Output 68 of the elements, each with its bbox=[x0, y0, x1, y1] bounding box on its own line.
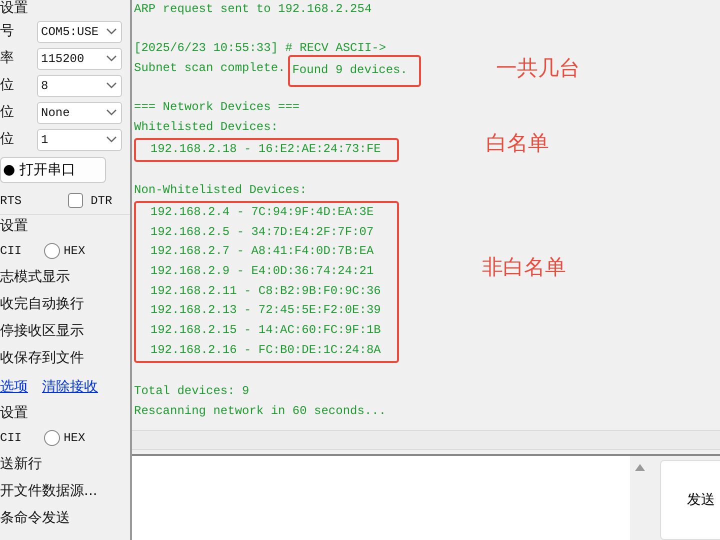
dropdown-field[interactable]: COM5:USE bbox=[37, 20, 122, 42]
annotation-label: 一共几台 bbox=[496, 59, 580, 79]
field-label: 号 bbox=[0, 22, 14, 41]
dropdown-field[interactable]: 1 bbox=[37, 128, 122, 150]
option-label: 志模式显示 bbox=[0, 268, 70, 287]
option-label: 送新行 bbox=[0, 455, 42, 474]
dropdown-field[interactable]: 8 bbox=[37, 74, 122, 96]
dropdown-caret-icon bbox=[106, 136, 117, 143]
option-label: 停接收区显示 bbox=[0, 322, 84, 341]
dtr-label: DTR bbox=[90, 192, 112, 210]
hex-radio[interactable] bbox=[44, 242, 60, 258]
log-line: 192.168.2.16 - FC:B0:DE:1C:24:8A bbox=[149, 342, 381, 359]
rts-label: RTS bbox=[0, 192, 22, 210]
log-line: 192.168.2.5 - 34:7D:E4:2F:7F:07 bbox=[149, 224, 374, 241]
log-line: === Network Devices === bbox=[134, 99, 300, 116]
log-line: 192.168.2.4 - 7C:94:9F:4D:EA:3E bbox=[149, 204, 374, 221]
link[interactable]: 选项 bbox=[0, 376, 28, 398]
field-label: 位 bbox=[0, 103, 14, 122]
dropdown-value: 1 bbox=[41, 132, 48, 148]
scroll-up-icon[interactable] bbox=[635, 464, 645, 471]
group-title: 设置 bbox=[0, 0, 29, 18]
annotation-label: 白名单 bbox=[486, 134, 549, 154]
option-label: 收保存到文件 bbox=[0, 349, 84, 368]
log-line: Rescanning network in 60 seconds... bbox=[134, 402, 386, 420]
log-line: ARP request sent to 192.168.2.254 bbox=[134, 1, 372, 18]
dropdown-value: 8 bbox=[41, 78, 48, 94]
dropdown-caret-icon bbox=[106, 28, 117, 35]
field-label: 位 bbox=[0, 76, 14, 95]
annotation-label: 非白名单 bbox=[482, 258, 566, 278]
open-port-button[interactable]: ● 打开串口 bbox=[0, 157, 106, 183]
option-label: 开文件数据源... bbox=[0, 482, 98, 501]
send-input-field[interactable] bbox=[132, 456, 650, 540]
group-title: 设置 bbox=[0, 216, 28, 236]
log-line: Whitelisted Devices: bbox=[134, 119, 278, 136]
dtr-checkbox[interactable] bbox=[68, 193, 83, 208]
send-button[interactable]: 发送 bbox=[660, 460, 720, 540]
option-label: 收完自动换行 bbox=[0, 295, 84, 314]
log-line: 192.168.2.7 - A8:41:F4:0D:7B:EA bbox=[149, 243, 374, 260]
dropdown-value: None bbox=[41, 104, 70, 122]
ascii-label: CII bbox=[0, 430, 22, 446]
log-line: [2025/6/23 10:55:33] # RECV ASCII-> bbox=[134, 40, 386, 58]
hex-label: HEX bbox=[64, 430, 86, 446]
dropdown-caret-icon bbox=[106, 82, 117, 89]
field-label: 位 bbox=[0, 130, 14, 149]
log-line: Subnet scan complete. bbox=[134, 60, 286, 78]
hex-radio[interactable] bbox=[44, 430, 60, 446]
dropdown-caret-icon bbox=[106, 55, 117, 62]
log-line: 192.168.2.18 - 16:E2:AE:24:73:FE bbox=[149, 140, 381, 158]
log-line: 192.168.2.9 - E4:0D:36:74:24:21 bbox=[149, 263, 374, 280]
vertical-scrollbar[interactable] bbox=[630, 456, 650, 540]
highlight-box: Found 9 devices. bbox=[288, 55, 422, 87]
field-label: 率 bbox=[0, 49, 14, 68]
dropdown-value: 115200 bbox=[41, 50, 84, 68]
ascii-label: CII bbox=[0, 242, 22, 260]
link[interactable]: 清除接收 bbox=[42, 376, 98, 398]
hex-label: HEX bbox=[64, 242, 86, 260]
group-title: 设置 bbox=[0, 404, 28, 422]
dropdown-value: COM5:USE bbox=[41, 24, 99, 40]
log-line: 192.168.2.13 - 72:45:5E:F2:0E:39 bbox=[149, 302, 381, 320]
dropdown-caret-icon bbox=[106, 109, 117, 116]
dropdown-field[interactable]: 115200 bbox=[37, 48, 122, 70]
log-line: Total devices: 9 bbox=[134, 383, 250, 400]
log-line: 192.168.2.11 - C8:B2:9B:F0:9C:36 bbox=[149, 282, 381, 300]
horizontal-scrollbar[interactable] bbox=[132, 430, 720, 450]
option-label: 条命令发送 bbox=[0, 509, 70, 528]
dropdown-field[interactable]: None bbox=[37, 102, 122, 124]
log-line: 192.168.2.15 - 14:AC:60:FC:9F:1B bbox=[149, 322, 381, 340]
log-line: Non-Whitelisted Devices: bbox=[134, 182, 307, 200]
